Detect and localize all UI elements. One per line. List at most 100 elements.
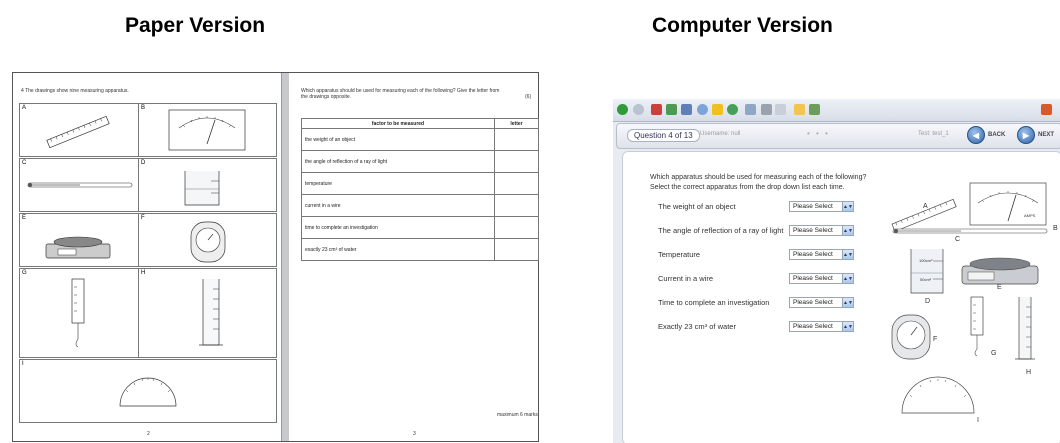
username-label: Username: null — [700, 131, 741, 137]
home-icon[interactable] — [681, 104, 692, 115]
question-nav-bar: Question 4 of 13 Username: null • • • Te… — [616, 123, 1060, 149]
paper-cell-i: I — [19, 359, 277, 423]
browser-toolbar — [613, 99, 1060, 122]
apparatus-label-i: I — [977, 417, 979, 424]
dropdown-arrow-icon[interactable]: ▲▼ — [842, 322, 853, 331]
measuring-cylinder-icon — [199, 279, 223, 346]
paper-intro: 4 The drawings show nine measuring appar… — [21, 88, 129, 94]
dropdown-arrow-icon[interactable]: ▲▼ — [842, 298, 853, 307]
paper-cell-h: H — [138, 268, 277, 358]
table-row: current in a wire — [301, 194, 539, 217]
back-arrow-icon: ◀ — [967, 126, 985, 144]
messenger-icon[interactable] — [809, 104, 820, 115]
computer-version: Question 4 of 13 Username: null • • • Te… — [613, 99, 1060, 443]
paper-cell-f: F — [138, 213, 277, 267]
protractor-icon — [119, 377, 177, 407]
paper-marks: (6) — [525, 94, 532, 100]
dropdown-arrow-icon[interactable]: ▲▼ — [842, 274, 853, 283]
question-counter: Question 4 of 13 — [627, 129, 700, 142]
question-row-label: Time to complete an investigation — [658, 298, 770, 307]
search-icon[interactable] — [697, 104, 708, 115]
paper-left-page: 4 The drawings show nine measuring appar… — [13, 73, 281, 441]
paper-right-page: Which apparatus should be used for measu… — [289, 73, 539, 441]
table-header-factor: factor to be measured — [301, 118, 495, 129]
thermometer-icon — [892, 228, 1048, 234]
test-name-label: Test: test_1 — [918, 131, 949, 137]
paper-right-page-number: 3 — [413, 431, 416, 437]
table-row: the weight of an object — [301, 128, 539, 151]
apparatus-label-d: D — [925, 298, 931, 305]
paper-cell-g: G — [19, 268, 139, 358]
ammeter-icon — [168, 109, 246, 151]
table-header-letter: letter — [494, 118, 539, 129]
ammeter-icon: AMPS — [969, 182, 1047, 226]
dropdown-arrow-icon[interactable]: ▲▼ — [842, 226, 853, 235]
paper-cell-c: C — [19, 158, 139, 212]
question-row-label: The weight of an object — [658, 202, 736, 211]
svg-text:50cm³: 50cm³ — [920, 277, 932, 282]
apparatus-label-e: E — [997, 284, 1002, 291]
protractor-icon — [901, 376, 975, 414]
beaker-icon: 100cm³ 50cm³ — [910, 249, 944, 294]
next-button[interactable]: ▶ NEXT — [1017, 126, 1054, 144]
answer-select[interactable]: Please Select ▲▼ — [789, 297, 854, 308]
question-row-label: Current in a wire — [658, 274, 714, 283]
letter-answer-box[interactable] — [494, 172, 539, 195]
edit-icon[interactable] — [775, 104, 786, 115]
windows-logo-icon — [1041, 104, 1052, 115]
newtonmeter-icon — [970, 296, 984, 357]
paper-version-heading: Paper Version — [125, 14, 266, 37]
stopclock-icon — [190, 221, 226, 263]
apparatus-label-a: A — [923, 203, 928, 210]
mail-icon[interactable] — [745, 104, 756, 115]
table-row: temperature — [301, 172, 539, 195]
answer-select[interactable]: Please Select ▲▼ — [789, 321, 854, 332]
balance-icon — [961, 257, 1039, 285]
letter-answer-box[interactable] — [494, 238, 539, 261]
paper-cell-d: D — [138, 158, 277, 212]
paper-cell-b: B — [138, 103, 277, 157]
question-row-label: The angle of reflection of a ray of ligh… — [658, 226, 784, 235]
paper-instruction: Which apparatus should be used for measu… — [301, 88, 500, 100]
stop-icon[interactable] — [651, 104, 662, 115]
answer-select[interactable]: Please Select ▲▼ — [789, 201, 854, 212]
newtonmeter-icon — [71, 278, 85, 348]
print-icon[interactable] — [761, 104, 772, 115]
apparatus-label-f: F — [933, 336, 938, 343]
table-row: time to complete an investigation — [301, 216, 539, 239]
letter-answer-box[interactable] — [494, 194, 539, 217]
back-arrow-icon[interactable] — [617, 104, 628, 115]
thermometer-icon — [27, 182, 133, 188]
forward-arrow-icon[interactable] — [633, 104, 644, 115]
stopclock-icon — [891, 314, 931, 360]
question-instruction: Which apparatus should be used for measu… — [650, 174, 867, 191]
question-row-label: Exactly 23 cm³ of water — [658, 322, 736, 331]
paper-cell-e: E — [19, 213, 139, 267]
next-arrow-icon: ▶ — [1017, 126, 1035, 144]
paper-version: 4 The drawings show nine measuring appar… — [12, 72, 539, 442]
computer-version-heading: Computer Version — [652, 14, 833, 37]
favorites-star-icon[interactable] — [712, 104, 723, 115]
answer-select[interactable]: Please Select ▲▼ — [789, 273, 854, 284]
answer-select[interactable]: Please Select ▲▼ — [789, 249, 854, 260]
letter-answer-box[interactable] — [494, 150, 539, 173]
svg-text:100cm³: 100cm³ — [919, 258, 933, 263]
progress-dots: • • • — [807, 129, 830, 138]
question-row-label: Temperature — [658, 250, 701, 259]
letter-answer-box[interactable] — [494, 216, 539, 239]
back-button[interactable]: ◀ BACK — [967, 126, 1005, 144]
svg-text:AMPS: AMPS — [1024, 213, 1036, 218]
measuring-cylinder-icon — [1015, 297, 1035, 360]
apparatus-label-c: C — [955, 236, 961, 243]
paper-cell-a: A — [19, 103, 139, 157]
dropdown-arrow-icon[interactable]: ▲▼ — [842, 250, 853, 259]
paper-left-page-number: 2 — [147, 431, 150, 437]
ruler-icon — [46, 115, 110, 149]
answer-select[interactable]: Please Select ▲▼ — [789, 225, 854, 236]
history-icon[interactable] — [727, 104, 738, 115]
dropdown-arrow-icon[interactable]: ▲▼ — [842, 202, 853, 211]
folder-icon[interactable] — [794, 104, 805, 115]
table-row: the angle of reflection of a ray of ligh… — [301, 150, 539, 173]
refresh-icon[interactable] — [666, 104, 677, 115]
letter-answer-box[interactable] — [494, 128, 539, 151]
